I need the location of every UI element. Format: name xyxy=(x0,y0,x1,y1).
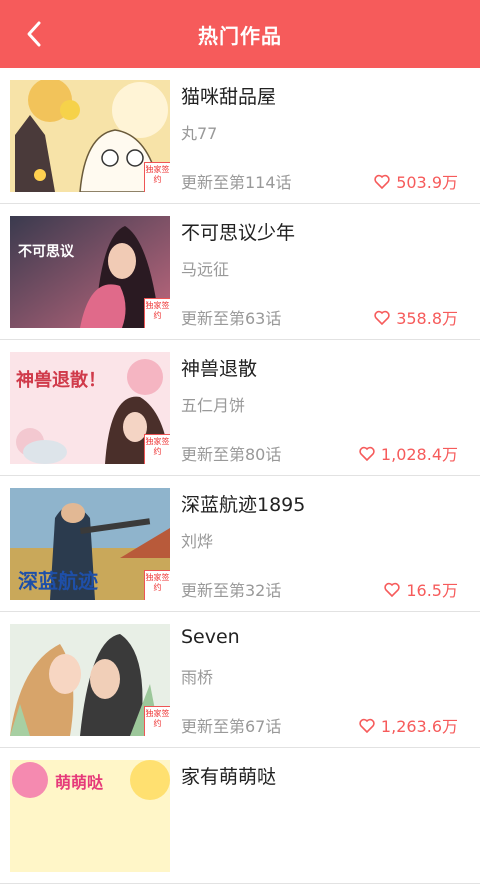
works-list: 独家签约 猫咪甜品屋 丸77 更新至第114话 503.9万 不可思议 独家签约… xyxy=(0,68,480,884)
work-update: 更新至第114话 xyxy=(181,173,292,192)
heart-icon xyxy=(374,310,390,325)
back-button[interactable] xyxy=(18,18,50,50)
like-count[interactable]: 358.8万 xyxy=(374,305,458,329)
work-title: 神兽退散 xyxy=(181,358,258,380)
work-title: 不可思议少年 xyxy=(181,222,296,244)
like-count-text: 1,263.6万 xyxy=(380,717,458,736)
like-count-text: 1,028.4万 xyxy=(380,445,458,464)
work-author: 马远征 xyxy=(181,260,230,279)
list-item[interactable]: 神兽退散！ 独家签约 神兽退散 五仁月饼 更新至第80话 1,028.4万 xyxy=(0,340,480,476)
cover-image: 萌萌哒 xyxy=(10,760,170,872)
cover-title: 神兽退散！ xyxy=(16,369,106,390)
cover-title: 萌萌哒 xyxy=(55,773,104,792)
heart-icon xyxy=(374,174,390,189)
work-title: Seven xyxy=(181,626,240,648)
heart-icon xyxy=(359,446,375,461)
cover-title: 深蓝航迹 xyxy=(18,569,98,593)
work-title: 深蓝航迹1895 xyxy=(181,494,306,516)
like-count-text: 503.9万 xyxy=(396,173,458,192)
work-author: 五仁月饼 xyxy=(181,396,246,415)
exclusive-badge: 独家签约 xyxy=(144,706,170,736)
exclusive-badge: 独家签约 xyxy=(144,162,170,192)
work-update: 更新至第32话 xyxy=(181,581,282,600)
header-bar: 热门作品 xyxy=(0,0,480,68)
work-update: 更新至第67话 xyxy=(181,717,282,736)
cover-title: 不可思议 xyxy=(18,243,75,259)
work-author: 雨桥 xyxy=(181,668,214,687)
list-item[interactable]: 萌萌哒 家有萌萌哒 xyxy=(0,748,480,884)
cover-image: 不可思议 独家签约 xyxy=(10,216,170,328)
heart-icon xyxy=(384,582,401,597)
like-count-text: 16.5万 xyxy=(406,581,458,600)
work-author: 刘烨 xyxy=(181,532,214,551)
like-count[interactable]: 1,028.4万 xyxy=(359,441,458,465)
like-count[interactable]: 16.5万 xyxy=(384,577,458,601)
exclusive-badge: 独家签约 xyxy=(144,570,170,600)
list-item[interactable]: 独家签约 Seven 雨桥 更新至第67话 1,263.6万 xyxy=(0,612,480,748)
page-title: 热门作品 xyxy=(198,23,282,48)
cover-image: 神兽退散！ 独家签约 xyxy=(10,352,170,464)
work-author: 丸77 xyxy=(181,124,218,143)
list-item[interactable]: 深蓝航迹 独家签约 深蓝航迹1895 刘烨 更新至第32话 16.5万 xyxy=(0,476,480,612)
exclusive-badge: 独家签约 xyxy=(144,298,170,328)
work-update: 更新至第63话 xyxy=(181,309,282,328)
work-title: 家有萌萌哒 xyxy=(181,766,277,788)
exclusive-badge: 独家签约 xyxy=(144,434,170,464)
cover-image: 独家签约 xyxy=(10,624,170,736)
like-count[interactable]: 503.9万 xyxy=(374,169,458,193)
heart-icon xyxy=(359,718,375,733)
work-update: 更新至第80话 xyxy=(181,445,282,464)
cover-image: 深蓝航迹 独家签约 xyxy=(10,488,170,600)
like-count-text: 358.8万 xyxy=(396,309,458,328)
cover-image: 独家签约 xyxy=(10,80,170,192)
list-item[interactable]: 独家签约 猫咪甜品屋 丸77 更新至第114话 503.9万 xyxy=(0,68,480,204)
like-count[interactable]: 1,263.6万 xyxy=(359,713,458,737)
list-item[interactable]: 不可思议 独家签约 不可思议少年 马远征 更新至第63话 358.8万 xyxy=(0,204,480,340)
work-title: 猫咪甜品屋 xyxy=(181,86,277,108)
chevron-left-icon xyxy=(27,21,41,47)
